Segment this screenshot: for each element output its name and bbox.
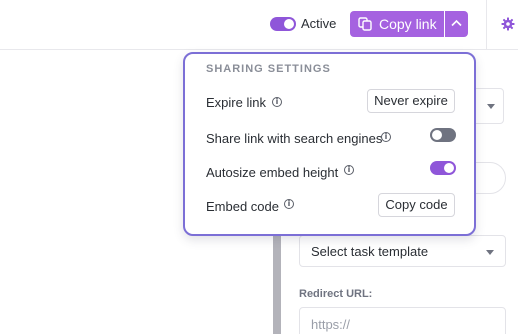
copy-icon bbox=[358, 17, 372, 31]
toolbar-divider bbox=[486, 0, 487, 50]
toggle-knob bbox=[284, 19, 294, 29]
caret-down-icon bbox=[487, 104, 495, 109]
popover-title: SHARING SETTINGS bbox=[206, 63, 331, 75]
embed-code-label: Embed code bbox=[206, 199, 279, 214]
expire-link-label: Expire link bbox=[206, 95, 266, 110]
never-expire-button[interactable]: Never expire bbox=[367, 89, 455, 113]
redirect-url-input[interactable]: https:// bbox=[299, 307, 506, 334]
form-preview-bar bbox=[273, 232, 281, 334]
copy-link-dropdown-button[interactable] bbox=[445, 11, 468, 37]
caret-down-icon bbox=[486, 250, 494, 255]
active-toggle[interactable] bbox=[270, 17, 296, 31]
search-engines-label: Share link with search engines bbox=[206, 131, 383, 146]
sharing-settings-popover: SHARING SETTINGS Expire link i Never exp… bbox=[183, 52, 476, 236]
redirect-url-label: Redirect URL: bbox=[299, 288, 373, 300]
info-icon[interactable]: i bbox=[381, 132, 391, 142]
copy-link-button[interactable]: Copy link bbox=[350, 11, 444, 37]
gear-icon[interactable] bbox=[501, 17, 515, 31]
task-template-select[interactable]: Select task template bbox=[299, 235, 506, 267]
redirect-url-placeholder: https:// bbox=[311, 317, 351, 332]
search-engines-toggle[interactable] bbox=[430, 128, 456, 142]
copy-link-label: Copy link bbox=[379, 16, 437, 32]
task-template-value: Select task template bbox=[311, 244, 429, 259]
active-label: Active bbox=[301, 16, 337, 31]
toggle-knob bbox=[444, 163, 454, 173]
info-icon[interactable]: i bbox=[272, 97, 282, 107]
info-icon[interactable]: i bbox=[344, 165, 354, 175]
autosize-toggle[interactable] bbox=[430, 161, 456, 175]
info-icon[interactable]: i bbox=[284, 199, 294, 209]
autosize-label: Autosize embed height bbox=[206, 165, 339, 180]
copy-code-button[interactable]: Copy code bbox=[378, 193, 455, 217]
top-toolbar: Active Copy link bbox=[0, 0, 518, 50]
chevron-up-icon bbox=[451, 19, 462, 27]
toggle-knob bbox=[432, 130, 442, 140]
